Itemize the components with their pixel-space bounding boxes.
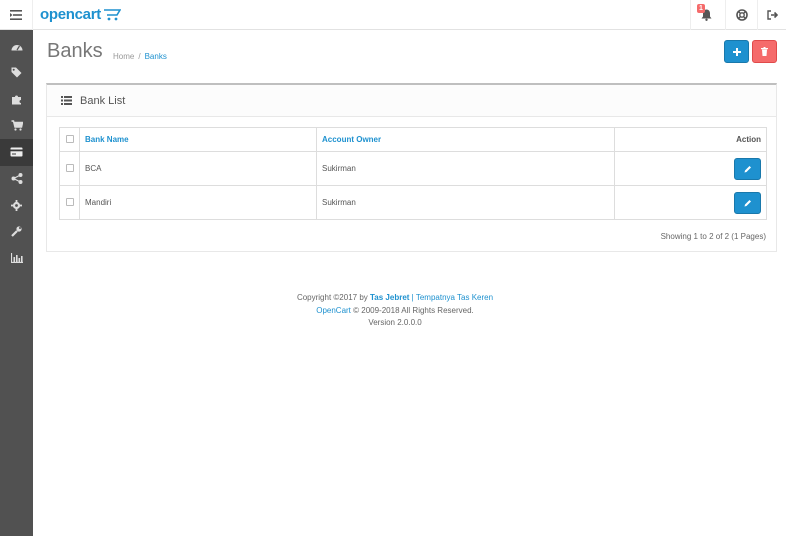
sign-out-icon (766, 10, 778, 20)
help-button[interactable] (725, 0, 757, 30)
footer-rights: © 2009-2018 All Rights Reserved. (353, 305, 474, 315)
delete-bank-button[interactable] (752, 40, 777, 63)
gear-icon (11, 199, 22, 211)
sidebar-item-catalog[interactable] (0, 60, 33, 87)
plus-icon (732, 47, 741, 56)
account-owner-cell: Sukirman (316, 151, 615, 186)
opencart-logo[interactable]: opencart (40, 6, 122, 23)
wrench-icon (11, 226, 22, 238)
footer-copyright-prefix: Copyright ©2017 by (296, 293, 368, 302)
row-select-cell (59, 185, 80, 220)
sidebar-item-extensions[interactable] (0, 86, 33, 113)
select-all-cell (59, 127, 80, 152)
sidebar-item-settings[interactable] (0, 192, 33, 219)
column-header-action: Action (614, 127, 767, 152)
tags-icon (11, 67, 21, 78)
notifications-button[interactable]: 1 (690, 0, 722, 30)
credit-card-icon (10, 147, 23, 157)
sidebar-item-payments[interactable] (0, 139, 33, 166)
table-row: Mandiri Sukirman (59, 185, 767, 220)
row-select-cell (59, 151, 80, 186)
breadcrumb-current[interactable]: Banks (145, 52, 167, 61)
sidebar-item-reports[interactable] (0, 245, 33, 272)
footer-author-link[interactable]: Tas Jebret (370, 293, 409, 302)
panel-title: Bank List (80, 94, 126, 107)
life-ring-icon (735, 9, 748, 21)
breadcrumb: Home / Banks (113, 52, 167, 61)
footer-tagline-link[interactable]: Tempatnya Tas Keren (416, 293, 493, 302)
row-checkbox[interactable] (65, 197, 74, 206)
footer: Copyright ©2017 by Tas Jebret | Tempatny… (33, 292, 757, 330)
dashboard-icon (11, 44, 22, 51)
cart-icon (11, 120, 23, 131)
sidebar-item-sales[interactable] (0, 113, 33, 140)
edit-button[interactable] (734, 157, 761, 180)
menu-toggle-button[interactable] (0, 0, 33, 30)
breadcrumb-home[interactable]: Home (113, 52, 134, 61)
edit-button[interactable] (734, 191, 761, 214)
footer-author: Tas Jebret (370, 293, 410, 302)
sidebar-item-dashboard[interactable] (0, 33, 33, 60)
footer-version: Version 2.0.0.0 (368, 318, 422, 327)
action-cell (614, 185, 767, 220)
puzzle-icon (11, 95, 21, 105)
add-bank-button[interactable] (724, 40, 749, 63)
notification-badge: 1 (697, 4, 705, 13)
top-header: opencart 1 (0, 0, 786, 30)
table-header-row: Bank Name Account Owner Action (59, 127, 767, 152)
bar-chart-icon (10, 253, 23, 264)
footer-opencart-link[interactable]: OpenCart (316, 306, 351, 315)
sidebar-item-tools[interactable] (0, 219, 33, 246)
account-owner-cell: Sukirman (316, 185, 615, 220)
page-title: Banks (47, 40, 103, 62)
row-checkbox[interactable] (65, 163, 74, 172)
pagination-info: Showing 1 to 2 of 2 (1 Pages) (660, 232, 766, 241)
bank-list-panel: Bank List Bank Name Account Owner Action… (46, 83, 777, 252)
footer-rights-line: OpenCart © 2009-2018 All Rights Reserved… (33, 305, 757, 318)
bank-name-cell: BCA (79, 151, 317, 186)
logo-cart-icon (103, 8, 122, 21)
bank-table: Bank Name Account Owner Action BCA Sukir… (59, 127, 767, 220)
column-header-account-owner[interactable]: Account Owner (316, 127, 615, 152)
bank-name-cell: Mandiri (79, 185, 317, 220)
panel-heading: Bank List (47, 85, 776, 117)
select-all-checkbox[interactable] (65, 134, 74, 143)
table-row: BCA Sukirman (59, 151, 767, 186)
action-cell (614, 151, 767, 186)
footer-copyright-line: Copyright ©2017 by Tas Jebret | Tempatny… (33, 292, 757, 305)
trash-icon (761, 47, 768, 56)
pencil-icon (744, 165, 751, 172)
logo-text: opencart (40, 6, 101, 23)
footer-divider: | (411, 293, 414, 302)
list-icon (61, 96, 72, 105)
column-header-bank-name[interactable]: Bank Name (79, 127, 317, 152)
logout-button[interactable] (757, 0, 786, 30)
sidebar-item-marketing[interactable] (0, 166, 33, 193)
breadcrumb-separator: / (138, 52, 141, 61)
menu-icon (10, 10, 22, 20)
pencil-icon (744, 199, 751, 206)
share-icon (11, 173, 22, 185)
sidebar-nav (0, 30, 33, 536)
